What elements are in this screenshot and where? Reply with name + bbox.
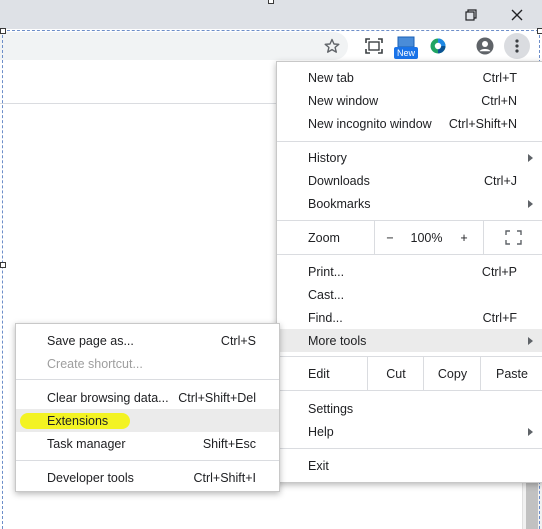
- menu-history[interactable]: History: [277, 146, 542, 169]
- menu-new-window[interactable]: New window Ctrl+N: [277, 89, 542, 112]
- restore-icon: [465, 8, 477, 21]
- menu-exit[interactable]: Exit: [277, 454, 542, 477]
- chevron-right-icon: [528, 154, 533, 162]
- selection-left-border: [2, 30, 3, 529]
- chrome-main-menu: New tab Ctrl+T New window Ctrl+N New inc…: [276, 61, 542, 483]
- zoom-level: 100%: [410, 230, 443, 245]
- more-tools-submenu: Save page as... Ctrl+S Create shortcut..…: [15, 323, 280, 492]
- menu-print[interactable]: Print... Ctrl+P: [277, 260, 542, 283]
- selection-handle[interactable]: [0, 28, 6, 34]
- menu-separator: [277, 390, 542, 391]
- paste-button[interactable]: Paste: [480, 357, 542, 390]
- submenu-task-manager[interactable]: Task manager Shift+Esc: [16, 432, 279, 455]
- menu-find[interactable]: Find... Ctrl+F: [277, 306, 542, 329]
- chevron-right-icon: [528, 200, 533, 208]
- copy-button[interactable]: Copy: [423, 357, 481, 390]
- menu-settings[interactable]: Settings: [277, 397, 542, 420]
- selection-handle[interactable]: [0, 262, 6, 268]
- close-icon: [511, 9, 523, 20]
- menu-separator: [277, 141, 542, 142]
- menu-help[interactable]: Help: [277, 420, 542, 443]
- menu-bookmarks[interactable]: Bookmarks: [277, 192, 542, 215]
- menu-separator: [16, 379, 279, 380]
- menu-zoom-row: Zoom − 100% +: [277, 221, 542, 254]
- page-divider: [0, 103, 280, 104]
- zoom-label: Zoom: [308, 231, 340, 245]
- chrome-menu-button[interactable]: [504, 33, 530, 59]
- close-window-button[interactable]: [494, 0, 540, 29]
- edge-extension-button[interactable]: [425, 33, 451, 59]
- menu-cast[interactable]: Cast...: [277, 283, 542, 306]
- menu-separator: [16, 460, 279, 461]
- chevron-right-icon: [528, 337, 533, 345]
- star-icon: [324, 38, 340, 53]
- address-bar[interactable]: [0, 32, 348, 60]
- zoom-in-button[interactable]: +: [449, 221, 479, 254]
- bookmark-star-button[interactable]: [319, 33, 345, 59]
- menu-more-tools[interactable]: More tools: [277, 329, 542, 352]
- menu-separator: [277, 448, 542, 449]
- menu-separator: [277, 254, 542, 255]
- menu-new-incognito-window[interactable]: New incognito window Ctrl+Shift+N: [277, 112, 542, 135]
- new-badge: New: [394, 47, 418, 59]
- edit-label: Edit: [308, 367, 330, 381]
- selection-top-border: [2, 30, 539, 31]
- fullscreen-button[interactable]: [483, 221, 542, 254]
- fullscreen-icon: [505, 230, 522, 245]
- cut-button[interactable]: Cut: [367, 357, 424, 390]
- swirl-logo-icon: [430, 38, 446, 54]
- capture-frame-icon: [365, 38, 383, 54]
- new-extension-button[interactable]: New: [394, 36, 418, 60]
- restore-button[interactable]: [448, 0, 494, 29]
- profile-button[interactable]: [472, 33, 498, 59]
- submenu-extensions[interactable]: Extensions: [16, 409, 279, 432]
- screenshot-extension-button[interactable]: [361, 33, 387, 59]
- menu-edit-row: Edit Cut Copy Paste: [277, 357, 542, 390]
- zoom-out-button[interactable]: −: [374, 221, 405, 254]
- more-vert-icon: [515, 39, 519, 53]
- submenu-create-shortcut[interactable]: Create shortcut...: [16, 352, 279, 375]
- menu-new-tab[interactable]: New tab Ctrl+T: [277, 66, 542, 89]
- chevron-right-icon: [528, 428, 533, 436]
- selection-handle[interactable]: [268, 0, 274, 4]
- submenu-clear-browsing-data[interactable]: Clear browsing data... Ctrl+Shift+Del: [16, 386, 279, 409]
- submenu-developer-tools[interactable]: Developer tools Ctrl+Shift+I: [16, 466, 279, 489]
- account-circle-icon: [476, 37, 494, 55]
- menu-downloads[interactable]: Downloads Ctrl+J: [277, 169, 542, 192]
- submenu-save-page-as[interactable]: Save page as... Ctrl+S: [16, 329, 279, 352]
- selection-handle[interactable]: [537, 28, 542, 34]
